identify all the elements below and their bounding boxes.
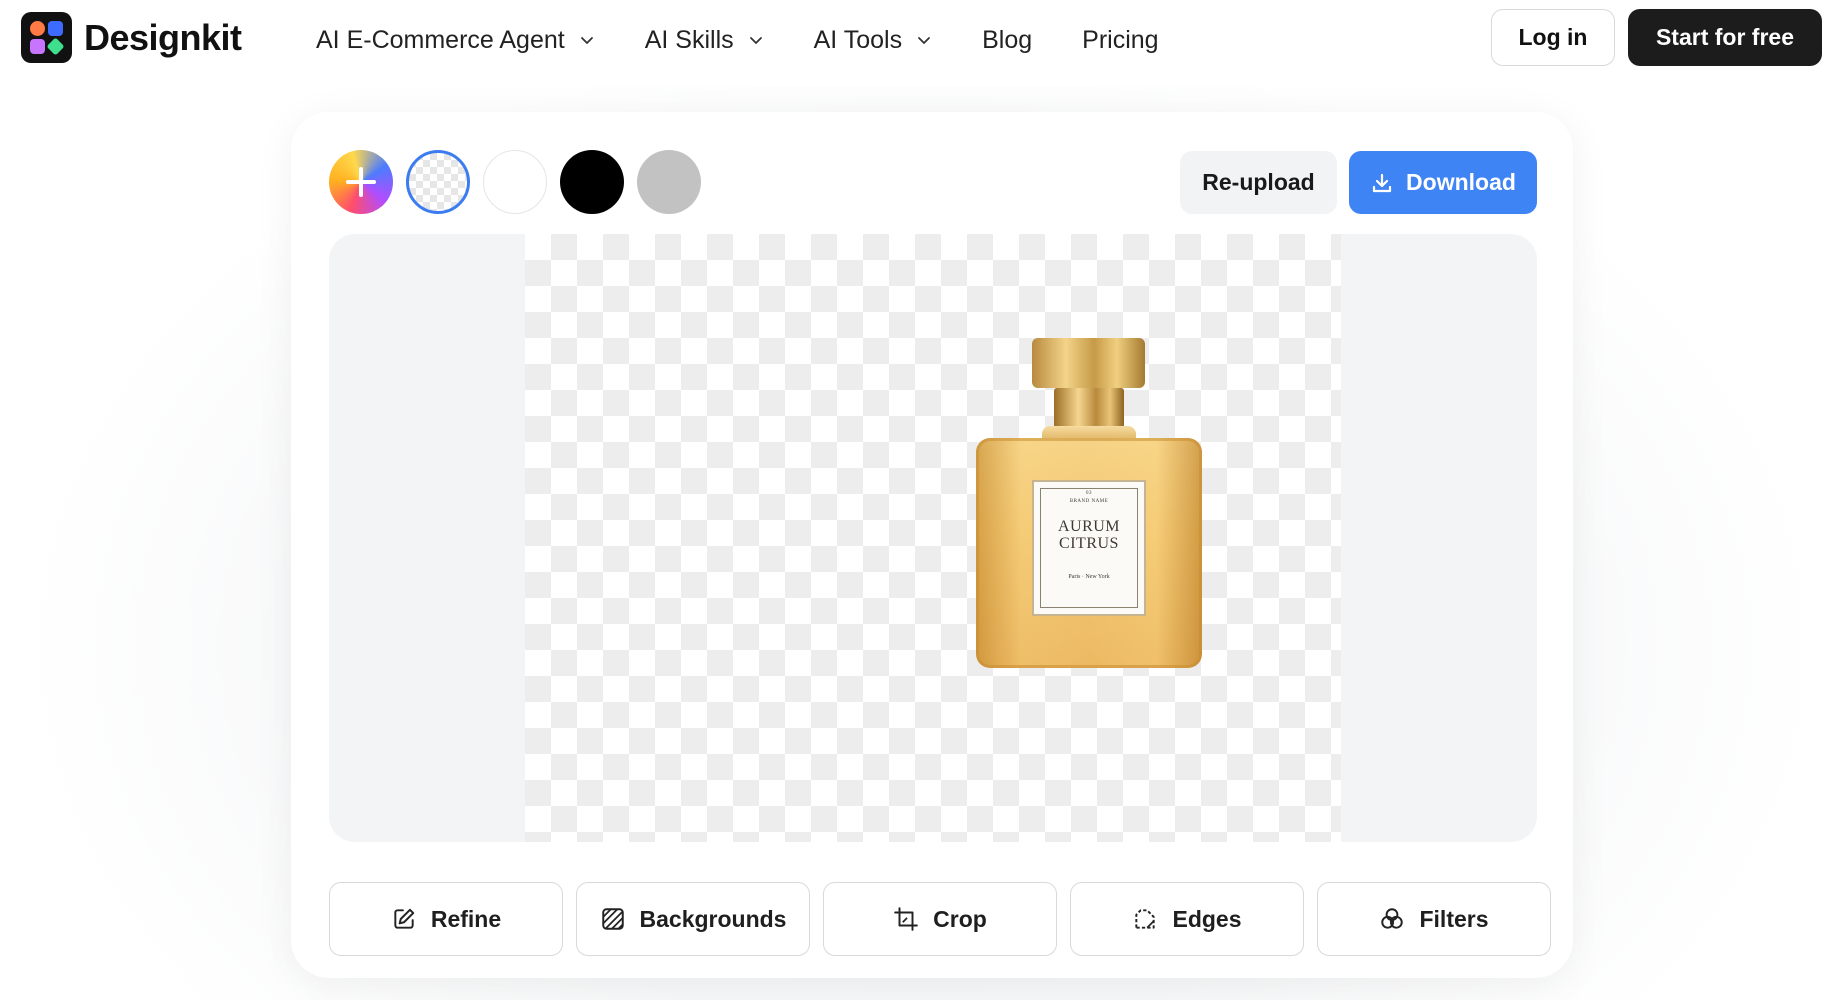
- image-preview[interactable]: 03 BRAND NAME AURUM CITRUS Paris · New Y…: [329, 234, 1537, 842]
- edges-icon: [1135, 909, 1156, 929]
- nav-ai-tools[interactable]: AI Tools: [814, 26, 932, 55]
- filters-icon: [1381, 908, 1404, 929]
- download-icon: [1372, 173, 1392, 192]
- chevron-down-icon: [749, 37, 762, 44]
- tool-label: Backgrounds: [639, 905, 787, 932]
- nav-label: AI E-Commerce Agent: [316, 25, 565, 54]
- tool-label: Crop: [933, 905, 987, 932]
- nav-ai-skills[interactable]: AI Skills: [645, 26, 764, 55]
- tool-label: Filters: [1419, 905, 1489, 932]
- transparent-canvas: 03 BRAND NAME AURUM CITRUS Paris · New Y…: [525, 234, 1341, 842]
- white-swatch[interactable]: [483, 150, 547, 214]
- backgrounds-button[interactable]: Backgrounds: [576, 882, 810, 956]
- nav-label: Pricing: [1082, 25, 1159, 54]
- nav-label: Blog: [982, 25, 1033, 54]
- tool-label: Edges: [1172, 905, 1242, 932]
- brand-name: Designkit: [84, 16, 242, 58]
- transparent-swatch[interactable]: [406, 150, 470, 214]
- filters-button[interactable]: Filters: [1317, 882, 1551, 956]
- download-button[interactable]: Download: [1349, 151, 1537, 214]
- black-swatch[interactable]: [560, 150, 624, 214]
- tool-label: Refine: [430, 905, 502, 932]
- nav-label: AI Tools: [813, 25, 903, 54]
- nav-ai-ecommerce-agent[interactable]: AI E-Commerce Agent: [316, 26, 595, 55]
- crop-button[interactable]: Crop: [823, 882, 1057, 956]
- edges-button[interactable]: Edges: [1070, 882, 1304, 956]
- edit-tools: Refine Backgrounds Crop Edges Filters: [329, 882, 1551, 956]
- nav-pricing[interactable]: Pricing: [1082, 26, 1158, 55]
- top-navbar: Designkit AI E-Commerce Agent AI Skills …: [0, 0, 1846, 86]
- reupload-button[interactable]: Re-upload: [1180, 151, 1337, 214]
- crop-icon: [894, 907, 918, 931]
- refine-button[interactable]: Refine: [329, 882, 563, 956]
- edit-icon: [394, 908, 415, 929]
- login-button[interactable]: Log in: [1491, 9, 1615, 66]
- chevron-down-icon: [580, 37, 593, 44]
- start-for-free-button[interactable]: Start for free: [1628, 9, 1822, 66]
- pattern-icon: [601, 908, 624, 930]
- bottle-cap: [1032, 338, 1145, 388]
- editor-card: Re-upload Download 03 BRAND NAME AURUM C…: [291, 112, 1573, 978]
- brand-logo[interactable]: Designkit: [21, 12, 242, 63]
- main-nav: AI E-Commerce Agent AI Skills AI Tools B…: [316, 0, 1209, 80]
- add-color-swatch[interactable]: [329, 150, 393, 214]
- product-image: 03 BRAND NAME AURUM CITRUS Paris · New Y…: [976, 338, 1202, 668]
- bottle-collar: [1054, 388, 1124, 428]
- nav-blog[interactable]: Blog: [982, 26, 1032, 55]
- gray-swatch[interactable]: [637, 150, 701, 214]
- download-label: Download: [1406, 169, 1516, 195]
- chevron-down-icon: [918, 37, 931, 44]
- logo-mark-icon: [21, 12, 72, 63]
- background-swatches: [329, 150, 714, 214]
- nav-label: AI Skills: [644, 25, 734, 54]
- bottle-label: 03 BRAND NAME AURUM CITRUS Paris · New Y…: [1032, 480, 1146, 616]
